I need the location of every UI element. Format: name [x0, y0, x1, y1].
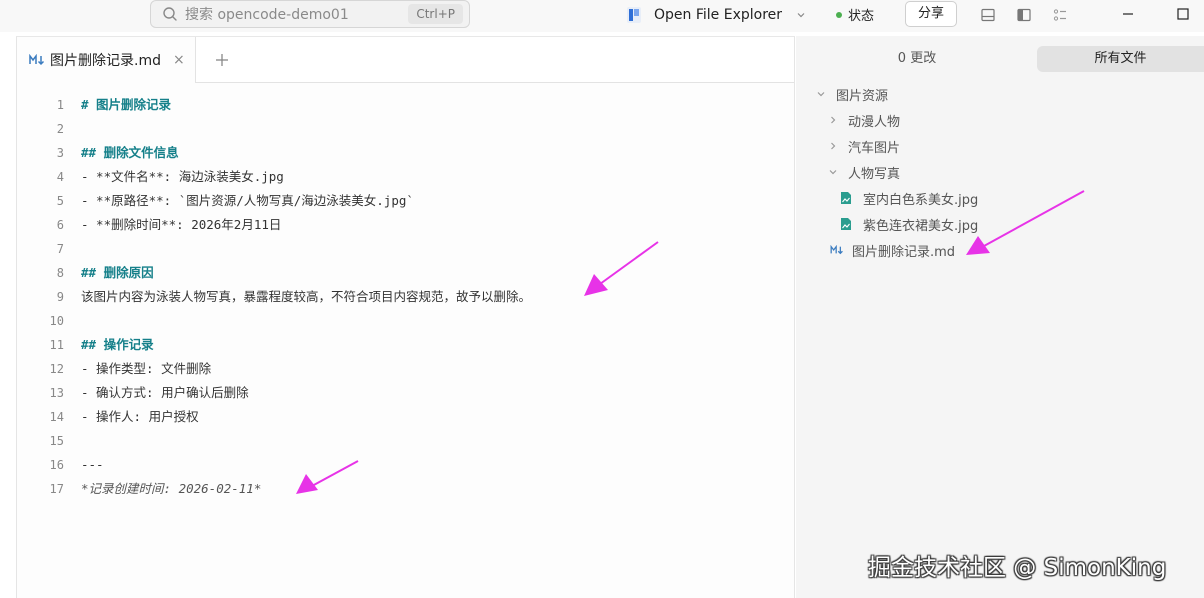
- watermark: 掘金技术社区 @ SimonKing: [868, 555, 1167, 581]
- annotation-overlay: [296, 190, 1085, 494]
- annotation-arrow: [966, 190, 1085, 255]
- annotation-arrow: [296, 460, 359, 494]
- annotation-arrow: [584, 241, 659, 296]
